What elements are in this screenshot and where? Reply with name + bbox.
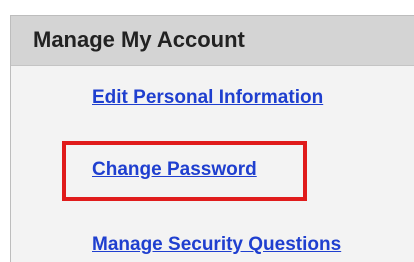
change-password-link[interactable]: Change Password [92, 158, 257, 182]
edit-personal-information-link[interactable]: Edit Personal Information [92, 86, 323, 110]
panel-header: Manage My Account [11, 16, 414, 66]
manage-security-questions-link[interactable]: Manage Security Questions [92, 233, 341, 257]
panel-title: Manage My Account [33, 27, 245, 52]
manage-account-panel: Manage My Account Edit Personal Informat… [10, 15, 414, 262]
